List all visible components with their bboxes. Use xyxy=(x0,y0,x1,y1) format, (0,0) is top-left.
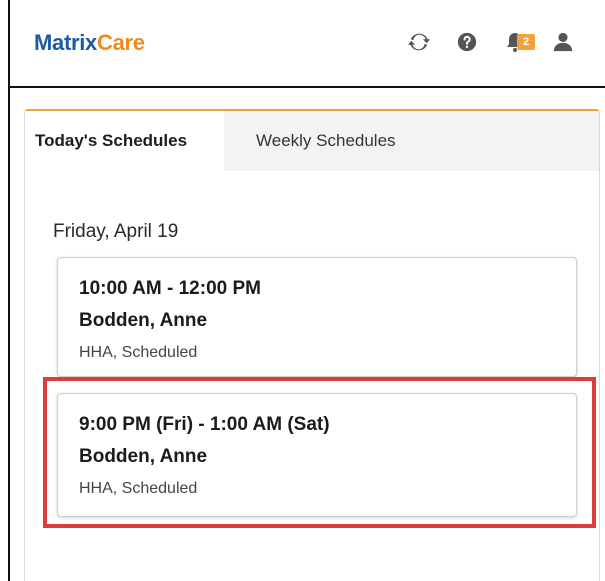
schedules-panel: Today's Schedules Weekly Schedules Frida… xyxy=(24,109,600,581)
notification-count-badge: 2 xyxy=(517,34,535,50)
help-icon[interactable] xyxy=(453,28,481,56)
notifications-bell-icon[interactable]: 2 xyxy=(501,28,535,56)
logo-care: Care xyxy=(97,30,145,55)
visit-card[interactable]: 9:00 PM (Fri) - 1:00 AM (Sat) Bodden, An… xyxy=(57,393,577,517)
schedule-tabs: Today's Schedules Weekly Schedules xyxy=(25,111,599,171)
visit-status: HHA, Scheduled xyxy=(79,344,198,361)
logo-matrix: Matrix xyxy=(34,30,97,55)
schedule-date: Friday, April 19 xyxy=(53,221,179,242)
app-frame: MatrixCare 2 Today's Schedules Weekly Sc… xyxy=(0,0,605,581)
tab-weekly-schedules[interactable]: Weekly Schedules xyxy=(224,111,396,171)
refresh-icon[interactable] xyxy=(405,28,433,56)
app-header: MatrixCare 2 xyxy=(10,0,605,88)
visit-status: HHA, Scheduled xyxy=(79,480,198,497)
visit-time: 9:00 PM (Fri) - 1:00 AM (Sat) xyxy=(79,414,330,435)
user-icon[interactable] xyxy=(549,28,577,56)
tab-todays-schedules[interactable]: Today's Schedules xyxy=(25,111,224,171)
client-name: Bodden, Anne xyxy=(79,446,208,467)
matrixcare-logo[interactable]: MatrixCare xyxy=(34,30,145,56)
header-icons: 2 xyxy=(405,28,577,56)
visit-card[interactable]: 10:00 AM - 12:00 PM Bodden, Anne HHA, Sc… xyxy=(57,257,577,377)
visit-time: 10:00 AM - 12:00 PM xyxy=(79,278,261,299)
client-name: Bodden, Anne xyxy=(79,310,208,331)
